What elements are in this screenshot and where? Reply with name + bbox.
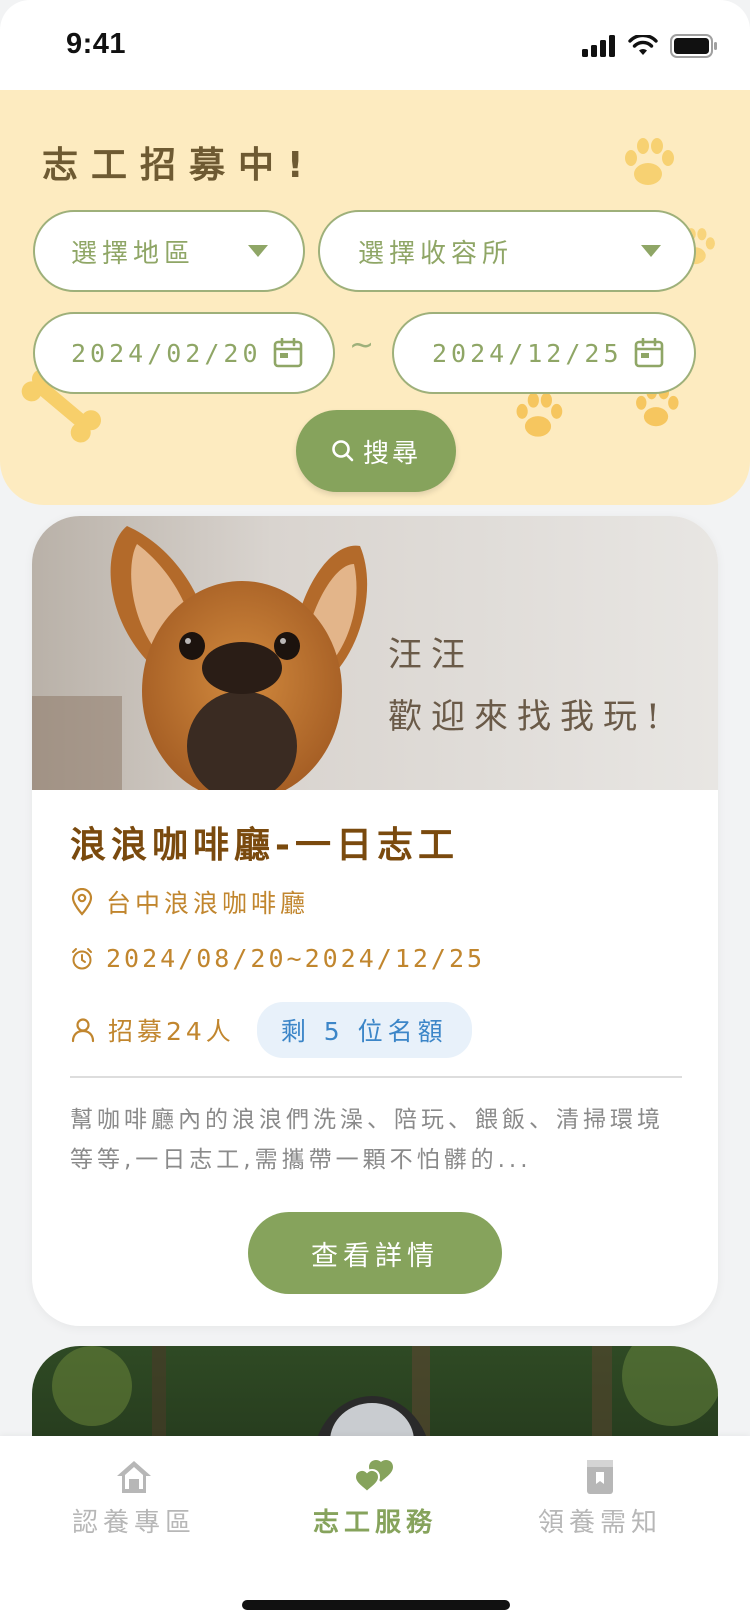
hero-caption-line1: 汪汪 xyxy=(388,635,474,675)
nav-label-volunteer: 志工服務 xyxy=(312,1508,437,1538)
home-indicator xyxy=(242,1600,510,1610)
nav-label-adoption: 認養專區 xyxy=(71,1508,196,1538)
view-details-button[interactable]: 查看詳情 xyxy=(248,1212,502,1294)
location-text: 台中浪浪咖啡廳 xyxy=(106,889,310,918)
bottom-nav: 認養專區 志工服務 領養需知 xyxy=(0,1436,750,1624)
nav-label-notice: 領養需知 xyxy=(537,1508,662,1538)
page-title: 志工招募中! xyxy=(42,145,317,186)
region-select-label: 選擇地區 xyxy=(71,238,196,269)
alarm-clock-icon xyxy=(72,947,92,969)
signal-icon xyxy=(582,35,615,57)
recruit-row: 招募24人 剩 5 位名額 xyxy=(70,1002,472,1058)
hero-caption-line2: 歡迎來找我玩! xyxy=(388,697,669,737)
battery-icon xyxy=(670,34,717,58)
nav-item-volunteer[interactable]: 志工服務 xyxy=(275,1458,475,1539)
caret-down-icon xyxy=(248,245,268,257)
volunteer-card: 汪汪 歡迎來找我玩! 浪浪咖啡廳-一日志工 台中浪浪咖啡廳 2024/08/20… xyxy=(32,516,718,1326)
end-date-field[interactable]: 2024/12/25 xyxy=(392,312,696,394)
location-pin-icon xyxy=(71,888,93,916)
status-icons xyxy=(582,34,718,58)
nav-item-notice[interactable]: 領養需知 xyxy=(500,1458,700,1539)
date-row: 2024/08/20~2024/12/25 xyxy=(70,944,485,973)
person-icon xyxy=(71,1018,95,1043)
hero-caption: 汪汪 歡迎來找我玩! xyxy=(388,624,669,748)
location-row: 台中浪浪咖啡廳 xyxy=(70,884,309,920)
calendar-icon xyxy=(273,338,303,368)
search-button-label: 搜尋 xyxy=(362,438,421,469)
card-title: 浪浪咖啡廳-一日志工 xyxy=(70,825,459,866)
end-date-value: 2024/12/25 xyxy=(432,338,623,368)
calendar-icon xyxy=(634,338,664,368)
shelter-select-label: 選擇收容所 xyxy=(358,238,514,269)
paw-decoration-icon xyxy=(625,138,674,185)
paw-decoration-icon xyxy=(516,392,563,437)
nav-item-adoption[interactable]: 認養專區 xyxy=(34,1458,234,1539)
status-bar: 9:41 xyxy=(0,0,750,90)
filter-panel: 志工招募中! 選擇地區 選擇收容所 2024/02/20 ~ 2024/12/2… xyxy=(0,90,750,505)
search-button[interactable]: 搜尋 xyxy=(296,410,456,492)
start-date-value: 2024/02/20 xyxy=(71,338,262,368)
wifi-icon xyxy=(628,35,658,55)
region-select[interactable]: 選擇地區 xyxy=(33,210,305,292)
caret-down-icon xyxy=(641,245,661,257)
card-description: 幫咖啡廳內的浪浪們洗澡、陪玩、餵飯、清掃環境等等,一日志工,需攜帶一顆不怕髒的.… xyxy=(70,1107,664,1173)
book-icon xyxy=(587,1460,613,1494)
divider xyxy=(70,1076,682,1078)
date-range-text: 2024/08/20~2024/12/25 xyxy=(106,944,486,973)
house-icon xyxy=(117,1461,151,1493)
recruit-count-text: 招募24人 xyxy=(108,1017,235,1046)
start-date-field[interactable]: 2024/02/20 xyxy=(33,312,335,394)
dog-photo: 汪汪 歡迎來找我玩! xyxy=(32,516,718,790)
search-icon xyxy=(332,440,354,462)
date-separator: ~ xyxy=(349,328,375,363)
hearts-icon xyxy=(353,1459,393,1494)
quota-badge: 剩 5 位名額 xyxy=(256,1002,472,1058)
status-time: 9:41 xyxy=(66,28,127,60)
shelter-select[interactable]: 選擇收容所 xyxy=(318,210,696,292)
